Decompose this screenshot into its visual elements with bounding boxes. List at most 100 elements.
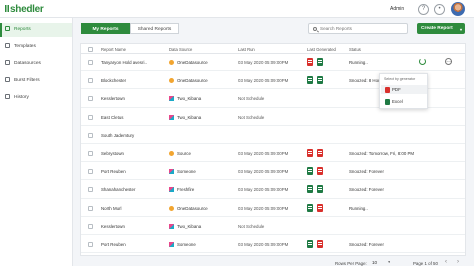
row-checkbox[interactable] — [88, 205, 93, 211]
sidebar-item-templates[interactable]: Templates — [0, 40, 72, 54]
table-row[interactable]: Port Reuben Someone 03 May 2020 05:09:00PM… — [81, 237, 465, 254]
status-text: Snoozed: Forever — [349, 242, 384, 247]
sidebar-item-history[interactable]: History — [0, 91, 72, 105]
col-status[interactable]: Status — [349, 47, 361, 52]
table-row[interactable]: North Murl OneDatasource 03 May 2020 05:09… — [81, 201, 465, 217]
excel-file-icon[interactable] — [307, 203, 313, 212]
help-icon[interactable]: ? — [418, 3, 429, 15]
sidebar-item-datasources[interactable]: Datasources — [0, 57, 72, 71]
tab-my-reports[interactable]: My Reports — [81, 23, 130, 34]
more-options-icon[interactable]: … — [445, 58, 452, 65]
sidebar-item-burst-filters[interactable]: Burst Filters — [0, 74, 72, 88]
col-last-run[interactable]: Last Run — [238, 47, 255, 52]
row-checkbox[interactable] — [88, 223, 93, 229]
excel-file-icon[interactable] — [317, 58, 323, 66]
row-checkbox[interactable] — [88, 114, 93, 120]
pdf-file-icon[interactable] — [317, 149, 323, 157]
excel-file-icon[interactable] — [307, 185, 313, 194]
kibana-icon — [169, 187, 174, 193]
excel-file-icon[interactable] — [307, 76, 313, 85]
search-input[interactable] — [320, 24, 406, 33]
create-report-button[interactable]: Create Report ▾ — [417, 23, 465, 34]
chevron-down-icon: ▾ — [459, 27, 462, 32]
table-row[interactable]: Sebrystown Source 03 May 2020 05:09:00PM Sn… — [81, 146, 465, 163]
last-run: 03 May 2020 05:09:00PM — [238, 60, 289, 65]
pdf-file-icon[interactable] — [317, 203, 323, 212]
status-text: Snoozed: 8 Hour — [349, 78, 382, 84]
excel-file-icon[interactable] — [317, 185, 323, 194]
avatar[interactable] — [451, 2, 465, 16]
top-bar: shedler Admin ? • — [0, 0, 474, 18]
burst-filters-icon — [5, 76, 10, 82]
kibana-icon — [169, 114, 174, 120]
excel-file-icon[interactable] — [307, 240, 313, 248]
table-row[interactable]: Tanyaryon Hold avesri.. OneDatasource 03 M… — [81, 55, 465, 72]
datasource-icon — [169, 78, 174, 84]
sidebar-item-label: Burst Filters — [14, 78, 40, 83]
excel-file-icon[interactable] — [317, 76, 323, 85]
report-name[interactable]: North Murl — [101, 206, 122, 211]
sidebar-item-reports[interactable]: Reports — [0, 23, 72, 37]
report-name[interactable]: Port Reuben — [101, 169, 126, 174]
row-checkbox[interactable] — [88, 132, 93, 138]
report-name[interactable]: Sebrystown — [101, 151, 124, 156]
row-checkbox[interactable] — [88, 60, 93, 65]
table-row[interactable]: East Cletus Two_Kibana Not Schedule — [81, 110, 465, 126]
row-checkbox[interactable] — [88, 96, 93, 102]
table-row[interactable]: Port Reuben Someone 03 May 2020 05:09:00PM… — [81, 164, 465, 181]
datasource-icon — [169, 151, 174, 156]
excel-file-icon[interactable] — [307, 167, 313, 176]
pdf-file-icon[interactable] — [317, 167, 323, 176]
col-report-name[interactable]: Report Name — [101, 47, 126, 52]
row-checkbox[interactable] — [88, 187, 93, 193]
row-checkbox[interactable] — [88, 169, 93, 175]
refresh-icon[interactable] — [419, 58, 426, 65]
data-source: Source — [177, 151, 191, 156]
col-last-generated[interactable]: Last Generated — [307, 47, 336, 52]
notification-bell-icon[interactable]: • — [434, 3, 445, 15]
rows-per-page-select[interactable]: 10 ▾ — [369, 259, 391, 266]
last-run: Not Schedule — [238, 223, 265, 229]
pdf-file-icon[interactable] — [307, 149, 313, 157]
tab-shared-reports[interactable]: Shared Reports — [130, 23, 179, 34]
report-name[interactable]: Port Reuben — [101, 242, 126, 247]
pdf-file-icon[interactable] — [317, 240, 323, 248]
report-name[interactable]: East Cletus — [101, 115, 123, 120]
report-name[interactable]: South Jademtury — [101, 133, 134, 138]
prev-page-icon[interactable]: ‹ — [445, 259, 447, 265]
report-name[interactable]: Shanahanchester — [101, 187, 135, 192]
report-name[interactable]: Blockchester — [101, 78, 126, 83]
menu-header: Select by generator — [384, 77, 416, 81]
menu-item-excel[interactable]: Excel — [381, 97, 427, 106]
row-checkbox[interactable] — [88, 151, 93, 156]
row-checkbox[interactable] — [88, 78, 93, 84]
report-name[interactable]: Tanyaryon Hold avesri.. — [101, 60, 147, 65]
next-page-icon[interactable]: › — [457, 259, 459, 265]
menu-item-label: Excel — [392, 99, 403, 104]
last-run: 03 May 2020 05:09:00PM — [238, 151, 289, 156]
pagination: Rows Per Page: 10 ▾ Page 1 of 50 ‹ › — [73, 259, 474, 266]
excel-file-icon — [385, 98, 390, 105]
chevron-down-icon: ▾ — [388, 260, 390, 264]
page-indicator: Page 1 of 50 — [413, 260, 438, 266]
search-box[interactable] — [308, 23, 408, 34]
user-name[interactable]: Admin — [390, 6, 404, 12]
generate-format-menu: Select by generator PDF Excel — [379, 73, 428, 109]
report-name[interactable]: Kesslertown — [101, 96, 125, 101]
pdf-file-icon[interactable] — [307, 58, 313, 66]
data-source: OneDatasource — [177, 205, 208, 211]
report-tabs: My Reports Shared Reports — [81, 23, 179, 34]
select-all-checkbox[interactable] — [88, 46, 93, 52]
col-data-source[interactable]: Data Source — [169, 47, 192, 52]
datasource-icon — [169, 60, 174, 65]
data-source: OneDatasource — [177, 78, 208, 84]
app-logo[interactable]: shedler — [5, 4, 44, 15]
row-checkbox[interactable] — [88, 242, 93, 247]
templates-icon — [5, 42, 10, 48]
table-row[interactable]: South Jademtury — [81, 128, 465, 144]
data-source: Someone — [177, 242, 196, 247]
table-row[interactable]: Shanahanchester Freshfire 03 May 2020 05:0… — [81, 182, 465, 199]
menu-item-pdf[interactable]: PDF — [381, 85, 427, 94]
table-row[interactable]: Kesslertown Two_Kibana Not Schedule — [81, 219, 465, 235]
report-name[interactable]: Kesslertown — [101, 224, 125, 229]
